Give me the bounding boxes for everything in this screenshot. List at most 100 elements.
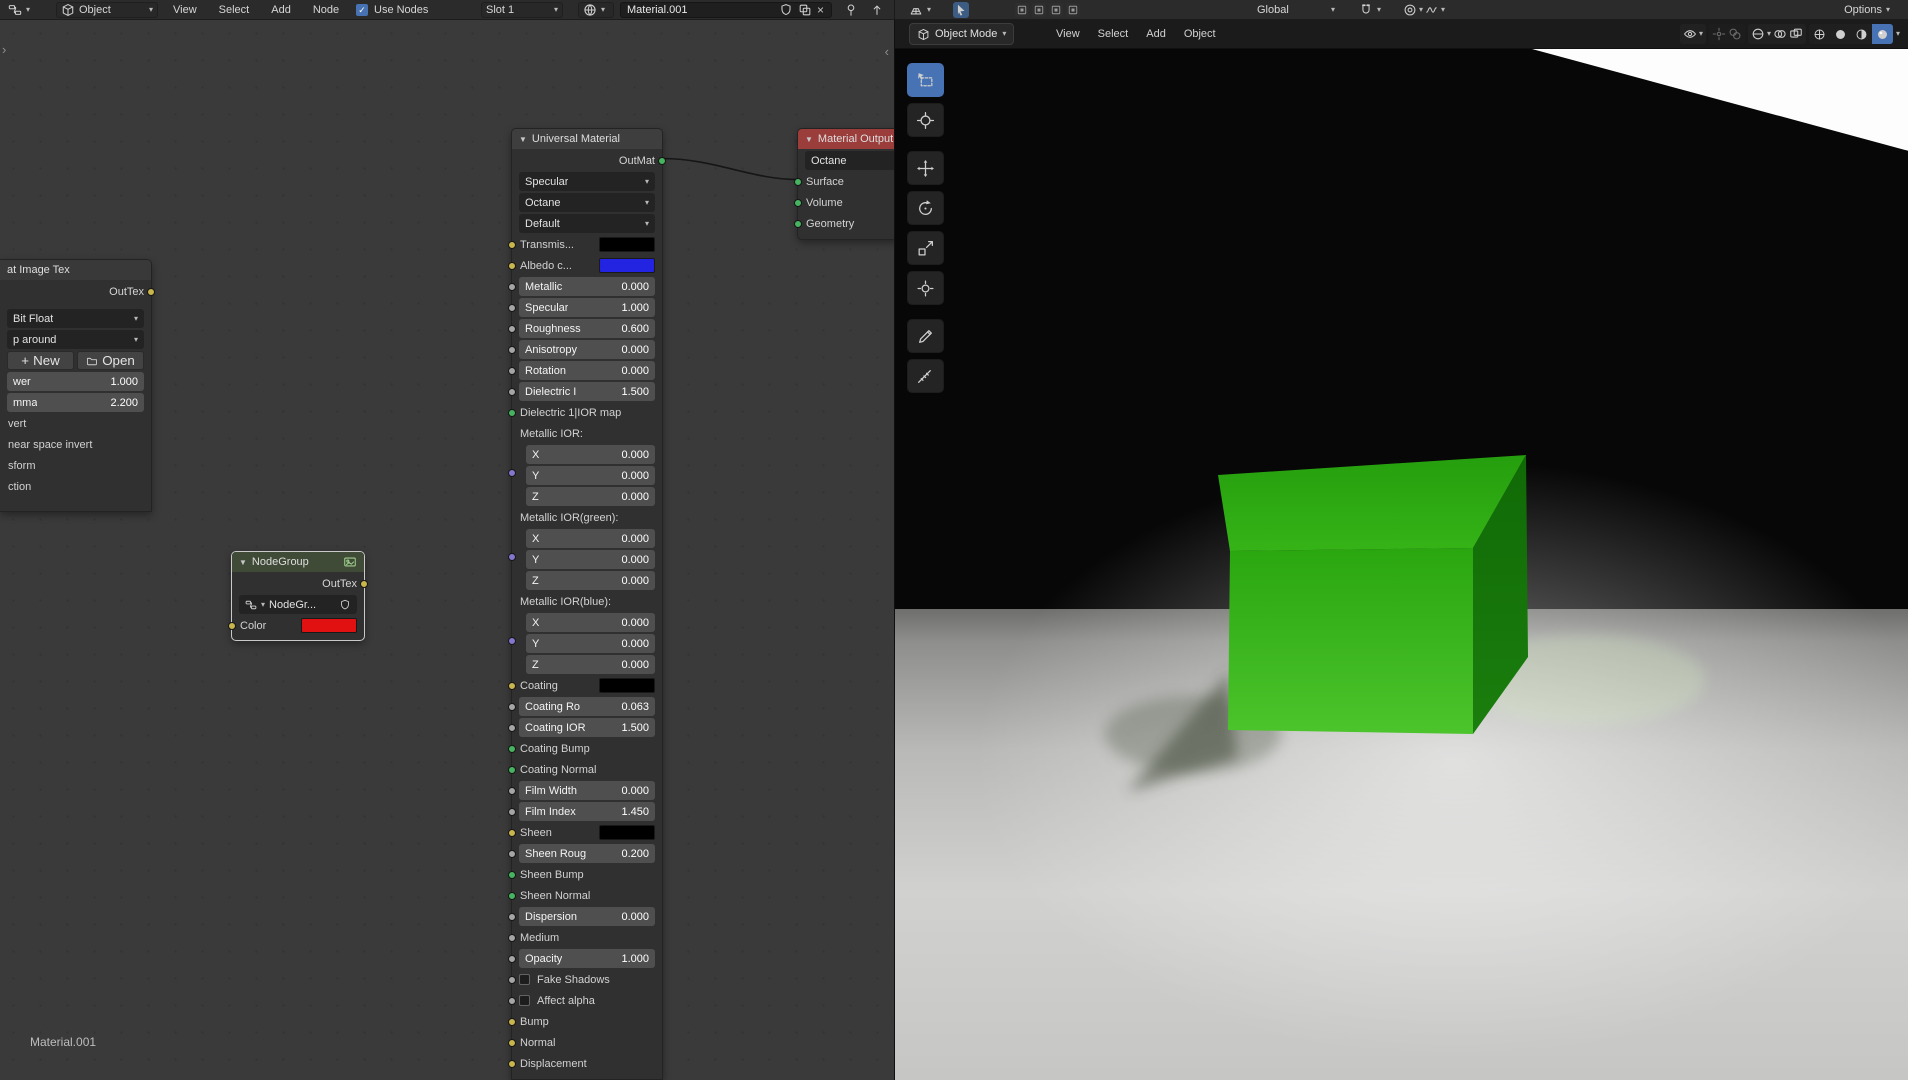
mode-square-icon-1[interactable] xyxy=(1015,3,1029,17)
menu-select[interactable]: Select xyxy=(210,0,259,20)
socket-purple[interactable] xyxy=(508,637,516,646)
color-swatch[interactable] xyxy=(301,618,357,633)
node-group-header[interactable]: ▼ NodeGroup xyxy=(232,552,364,572)
socket-purple[interactable] xyxy=(508,553,516,562)
pin-button[interactable] xyxy=(840,2,862,18)
shading-material-preview-button[interactable] xyxy=(1851,24,1872,44)
copy-icon[interactable] xyxy=(798,3,812,17)
socket-yellow[interactable] xyxy=(508,681,516,690)
slider-metallic[interactable]: Metallic 0.000 xyxy=(519,277,655,296)
shader-type-dropdown[interactable]: Object ▾ xyxy=(56,2,158,18)
slider-metallic-ior-y[interactable]: Y 0.000 xyxy=(526,466,655,485)
socket-color[interactable] xyxy=(228,621,236,630)
options-dropdown[interactable]: Options ▾ xyxy=(1840,2,1894,18)
shading-rendered-button[interactable] xyxy=(1871,24,1893,44)
slider-rotation[interactable]: Rotation 0.000 xyxy=(519,361,655,380)
slider-metallic-ior-green-x[interactable]: X 0.000 xyxy=(526,529,655,548)
tool-cursor-button[interactable] xyxy=(907,103,944,137)
collapse-triangle-icon[interactable]: ▼ xyxy=(239,558,247,567)
socket-purple[interactable] xyxy=(508,469,516,478)
region-chevron-right[interactable]: › xyxy=(2,42,6,57)
eye-icon[interactable] xyxy=(1683,27,1697,41)
dropdown-bit-float[interactable]: Bit Float ▾ xyxy=(7,309,144,328)
render-pass-icon[interactable] xyxy=(1751,27,1765,41)
node-universal-header[interactable]: ▼ Universal Material xyxy=(512,129,662,149)
slider-dielectric-i[interactable]: Dielectric I 1.500 xyxy=(519,382,655,401)
socket-gray[interactable] xyxy=(508,324,516,333)
node-image-tex-header[interactable]: at Image Tex xyxy=(0,260,151,280)
active-tool-button[interactable] xyxy=(953,2,969,18)
collapse-triangle-icon[interactable]: ▼ xyxy=(519,135,527,144)
socket-gray[interactable] xyxy=(508,366,516,375)
socket-gray[interactable] xyxy=(508,975,516,984)
use-nodes-toggle[interactable]: ✓ Use Nodes xyxy=(352,2,432,18)
socket-outmat[interactable] xyxy=(658,156,666,165)
mode-dropdown[interactable]: Object Mode ▾ xyxy=(909,23,1015,45)
slider-film-width[interactable]: Film Width 0.000 xyxy=(519,781,655,800)
proportional-circles-icon[interactable] xyxy=(1403,3,1417,17)
socket-yellow[interactable] xyxy=(508,261,516,270)
color-swatch[interactable] xyxy=(599,258,655,273)
socket-yellow[interactable] xyxy=(508,240,516,249)
socket-gray[interactable] xyxy=(508,807,516,816)
menu-view[interactable]: View xyxy=(164,0,206,20)
socket-gray[interactable] xyxy=(508,912,516,921)
socket-gray[interactable] xyxy=(508,933,516,942)
slider-sheen-roug[interactable]: Sheen Roug 0.200 xyxy=(519,844,655,863)
socket-outtex[interactable] xyxy=(147,287,155,296)
mode-square-icon-4[interactable] xyxy=(1066,3,1080,17)
socket-gray[interactable] xyxy=(508,996,516,1005)
socket-gray[interactable] xyxy=(508,345,516,354)
slider-metallic-ior-green-y[interactable]: Y 0.000 xyxy=(526,550,655,569)
shield-icon[interactable] xyxy=(779,3,793,17)
checkbox-fake-shadows[interactable] xyxy=(519,974,530,985)
use-nodes-checkbox[interactable]: ✓ xyxy=(356,4,368,16)
tool-scale-button[interactable] xyxy=(907,231,944,265)
viewport-menu-select[interactable]: Select xyxy=(1089,20,1138,49)
output-target-dropdown[interactable]: Octane ▾ xyxy=(805,151,894,170)
material-name-field[interactable]: Material.001 × xyxy=(620,2,832,18)
tool-annotate-button[interactable] xyxy=(907,319,944,353)
shield-icon[interactable] xyxy=(339,599,351,611)
shading-solid-button[interactable] xyxy=(1830,24,1851,44)
socket-gray[interactable] xyxy=(508,723,516,732)
socket-yellow[interactable] xyxy=(508,1038,516,1047)
dropdown-specular[interactable]: Specular ▾ xyxy=(519,172,655,191)
socket-gray[interactable] xyxy=(508,954,516,963)
slider-metallic-ior-blue-z[interactable]: Z 0.000 xyxy=(526,655,655,674)
slider-opacity[interactable]: Opacity 1.000 xyxy=(519,949,655,968)
socket-volume[interactable] xyxy=(794,198,802,207)
editor-type-button[interactable]: ▾ xyxy=(4,2,34,18)
socket-green[interactable] xyxy=(508,891,516,900)
viewport-menu-object[interactable]: Object xyxy=(1175,20,1225,49)
socket-gray[interactable] xyxy=(508,849,516,858)
socket-yellow[interactable] xyxy=(508,828,516,837)
socket-green[interactable] xyxy=(508,765,516,774)
socket-gray[interactable] xyxy=(508,282,516,291)
slider-coating-ior[interactable]: Coating IOR 1.500 xyxy=(519,718,655,737)
material-browse-dropdown[interactable]: ▾ xyxy=(578,2,614,18)
checkbox-affect-alpha[interactable] xyxy=(519,995,530,1006)
compare-icon[interactable] xyxy=(1773,27,1787,41)
transform-orientation-dropdown[interactable]: Global ▾ xyxy=(1253,2,1339,18)
slider-coating-ro[interactable]: Coating Ro 0.063 xyxy=(519,697,655,716)
slider-mma[interactable]: mma 2.200 xyxy=(7,393,144,412)
socket-yellow[interactable] xyxy=(508,1017,516,1026)
dropdown-octane[interactable]: Octane ▾ xyxy=(519,193,655,212)
snap-dropdown[interactable]: ▾ xyxy=(1355,2,1385,18)
socket-gray[interactable] xyxy=(508,303,516,312)
slot-dropdown[interactable]: Slot 1 ▾ xyxy=(481,2,563,18)
viewport-menu-add[interactable]: Add xyxy=(1137,20,1175,49)
region-chevron-left[interactable]: ‹ xyxy=(885,44,889,59)
slider-specular[interactable]: Specular 1.000 xyxy=(519,298,655,317)
socket-geometry[interactable] xyxy=(794,219,802,228)
slider-dispersion[interactable]: Dispersion 0.000 xyxy=(519,907,655,926)
node-group[interactable]: ▼ NodeGroup OutTex ▾ NodeGr... Color xyxy=(228,551,368,641)
tool-select-box-button[interactable] xyxy=(907,63,944,97)
tool-rotate-button[interactable] xyxy=(907,191,944,225)
falloff-wave-icon[interactable] xyxy=(1425,3,1439,17)
shading-wireframe-button[interactable] xyxy=(1809,24,1830,44)
viewport-3d[interactable]: Object Mode ▾ ViewSelectAddObject ▾ ▾ xyxy=(894,20,1908,1080)
collapse-triangle-icon[interactable]: ▼ xyxy=(805,135,813,144)
show-gizmo-icon[interactable] xyxy=(1712,27,1726,41)
